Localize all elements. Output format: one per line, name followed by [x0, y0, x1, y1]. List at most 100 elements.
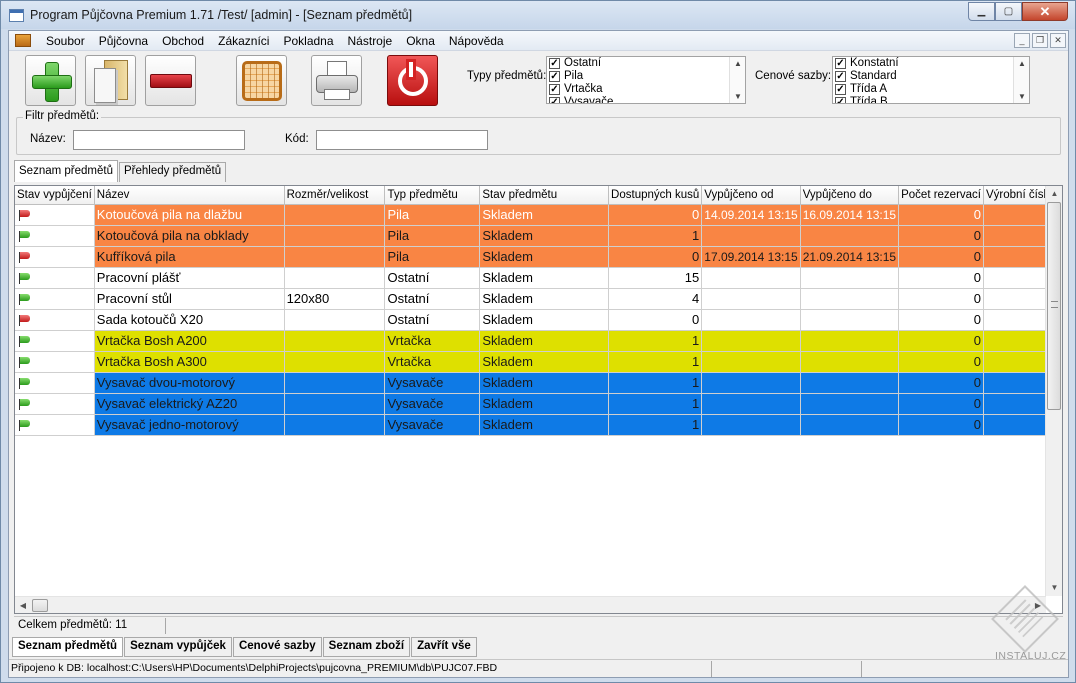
menu-item-2[interactable]: Obchod [155, 34, 211, 48]
add-item-button[interactable] [25, 55, 76, 106]
cell-status[interactable]: Skladem [479, 351, 610, 373]
exit-button[interactable] [387, 55, 438, 106]
cell-reservations[interactable]: 0 [898, 267, 985, 289]
cell-to[interactable] [800, 330, 900, 352]
column-header[interactable]: Počet rezervací [898, 186, 985, 205]
cell-available[interactable]: 1 [608, 414, 703, 436]
checkbox[interactable]: ✓ [549, 84, 560, 95]
table-row[interactable]: Vysavač dvou-motorový Vysavače Skladem 1 0 [15, 372, 1062, 394]
mdi-minimize-button[interactable]: _ [1014, 33, 1030, 48]
cell-type[interactable]: Vrtačka [384, 330, 481, 352]
price-rate-option[interactable]: ✓ Třída B [833, 96, 1029, 103]
cell-from[interactable] [701, 309, 801, 331]
price-rates-scrollbar[interactable]: ▲ ▼ [1013, 57, 1029, 103]
table-row[interactable]: Kotoučová pila na dlažbu Pila Skladem 0 14.0… [15, 204, 1062, 226]
column-header[interactable]: Vypůjčeno do [800, 186, 900, 205]
cell-name[interactable]: Kufříková pila [94, 246, 285, 268]
cell-name[interactable]: Sada kotoučů X20 [94, 309, 285, 331]
scroll-up-icon[interactable]: ▲ [1046, 186, 1062, 202]
price-rate-option[interactable]: ✓ Třída A [833, 83, 1029, 96]
column-header[interactable]: Rozměr/velikost [284, 186, 386, 205]
item-type-option[interactable]: ✓ Pila [547, 70, 745, 83]
cell-from[interactable] [701, 225, 801, 247]
cell-reservations[interactable]: 0 [898, 225, 985, 247]
cell-name[interactable]: Kotoučová pila na obklady [94, 225, 285, 247]
table-row[interactable]: Kotoučová pila na obklady Pila Skladem 1 0 [15, 225, 1062, 247]
cell-type[interactable]: Pila [384, 225, 481, 247]
cell-from[interactable]: 14.09.2014 13:15 [701, 204, 801, 226]
cell-size[interactable] [284, 393, 386, 415]
cell-reservations[interactable]: 0 [898, 372, 985, 394]
title-bar[interactable]: Program Půjčovna Premium 1.71 /Test/ [ad… [1, 1, 1075, 29]
tab-item-list[interactable]: Seznam předmětů [14, 160, 118, 182]
tab-item-overviews[interactable]: Přehledy předmětů [118, 162, 227, 182]
cell-name[interactable]: Kotoučová pila na dlažbu [94, 204, 285, 226]
cell-status[interactable]: Skladem [479, 309, 610, 331]
cell-to[interactable] [800, 351, 900, 373]
status-cell[interactable] [15, 351, 95, 373]
status-cell[interactable] [15, 267, 95, 289]
bottom-tab-2[interactable]: Cenové sazby [232, 637, 322, 657]
menu-item-7[interactable]: Nápověda [442, 34, 511, 48]
cell-to[interactable]: 16.09.2014 13:15 [800, 204, 900, 226]
cell-available[interactable]: 1 [608, 225, 703, 247]
column-header[interactable]: Typ předmětu [384, 186, 481, 205]
cell-from[interactable]: 17.09.2014 13:15 [701, 246, 801, 268]
cell-to[interactable] [800, 309, 900, 331]
cell-type[interactable]: Ostatní [384, 267, 481, 289]
cell-status[interactable]: Skladem [479, 246, 610, 268]
cell-reservations[interactable]: 0 [898, 204, 985, 226]
cell-reservations[interactable]: 0 [898, 330, 985, 352]
bottom-tab-0[interactable]: Seznam předmětů [12, 637, 124, 657]
checkbox[interactable]: ✓ [835, 58, 846, 69]
cell-status[interactable]: Skladem [479, 288, 610, 310]
cell-available[interactable]: 0 [608, 309, 703, 331]
cell-type[interactable]: Pila [384, 204, 481, 226]
cell-type[interactable]: Vysavače [384, 372, 481, 394]
cell-reservations[interactable]: 0 [898, 393, 985, 415]
print-button[interactable] [311, 55, 362, 106]
cell-size[interactable] [284, 225, 386, 247]
cell-size[interactable] [284, 267, 386, 289]
scroll-up-icon[interactable]: ▲ [730, 59, 745, 68]
column-header[interactable]: Dostupných kusů [608, 186, 703, 205]
cell-size[interactable] [284, 414, 386, 436]
cell-reservations[interactable]: 0 [898, 246, 985, 268]
item-type-option[interactable]: ✓ Ostatní [547, 57, 745, 70]
cell-status[interactable]: Skladem [479, 204, 610, 226]
cell-to[interactable]: 21.09.2014 13:15 [800, 246, 900, 268]
cell-available[interactable]: 15 [608, 267, 703, 289]
cell-to[interactable] [800, 225, 900, 247]
cell-from[interactable] [701, 414, 801, 436]
cell-type[interactable]: Ostatní [384, 288, 481, 310]
checkbox[interactable]: ✓ [549, 97, 560, 103]
vertical-scroll-thumb[interactable] [1047, 202, 1061, 410]
mdi-child-icon[interactable] [15, 34, 31, 47]
grid-vertical-scrollbar[interactable]: ▲ ▼ [1045, 186, 1062, 596]
cell-available[interactable]: 1 [608, 330, 703, 352]
status-cell[interactable] [15, 204, 95, 226]
menu-item-1[interactable]: Půjčovna [92, 34, 155, 48]
minimize-button[interactable]: ▁ [968, 2, 995, 21]
cell-from[interactable] [701, 351, 801, 373]
cell-to[interactable] [800, 288, 900, 310]
column-header[interactable]: Stav vypůjčení [15, 186, 95, 205]
cell-reservations[interactable]: 0 [898, 309, 985, 331]
mdi-restore-button[interactable]: ❐ [1032, 33, 1048, 48]
cell-status[interactable]: Skladem [479, 393, 610, 415]
checkbox[interactable]: ✓ [835, 97, 846, 103]
menu-item-4[interactable]: Pokladna [276, 34, 340, 48]
cell-status[interactable]: Skladem [479, 330, 610, 352]
cell-name[interactable]: Vysavač jedno-motorový [94, 414, 285, 436]
cell-size[interactable] [284, 309, 386, 331]
checkbox[interactable]: ✓ [549, 71, 560, 82]
status-cell[interactable] [15, 225, 95, 247]
status-cell[interactable] [15, 246, 95, 268]
status-cell[interactable] [15, 393, 95, 415]
menu-item-3[interactable]: Zákazníci [211, 34, 276, 48]
scroll-down-icon[interactable]: ▼ [1046, 580, 1062, 596]
checkbox[interactable]: ✓ [835, 71, 846, 82]
checkbox[interactable]: ✓ [835, 84, 846, 95]
cell-name[interactable]: Pracovní stůl [94, 288, 285, 310]
cell-name[interactable]: Vrtačka Bosh A300 [94, 351, 285, 373]
